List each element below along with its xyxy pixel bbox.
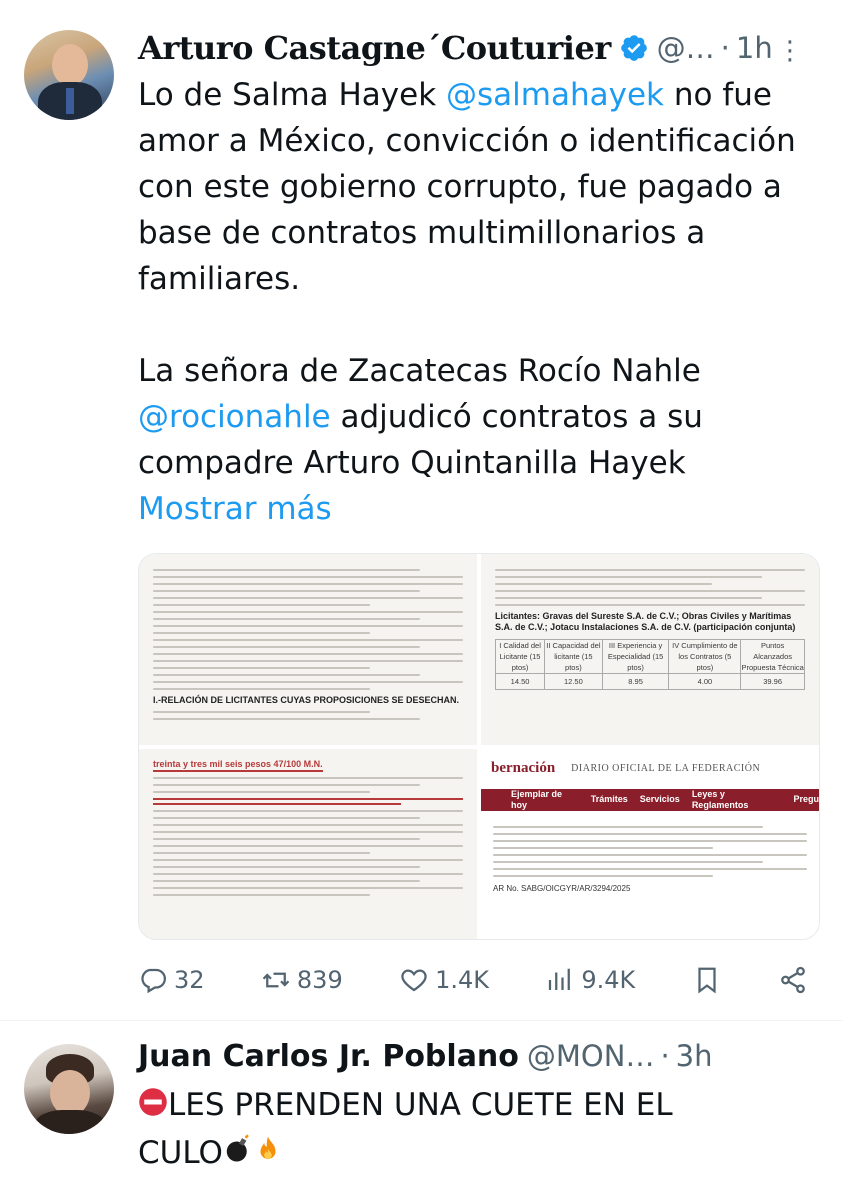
dof-nav-item: Trámites	[590, 794, 628, 804]
dof-title: DIARIO OFICIAL DE LA FEDERACIÓN	[571, 763, 761, 774]
tweet-text-part: Lo de Salma Hayek	[138, 77, 447, 113]
media-image-1[interactable]: I.-RELACIÓN DE LICITANTES CUYAS PROPOSIC…	[139, 554, 477, 745]
bookmark-icon	[697, 967, 716, 994]
like-count: 1.4K	[435, 966, 489, 994]
table-cell: 14.50	[494, 673, 546, 690]
table-header: IV Cumplimiento de los Contratos (5 ptos…	[668, 639, 742, 674]
tweet-text-part: La señora de Zacatecas Rocío Nahle	[138, 353, 701, 389]
like-button[interactable]: 1.4K	[399, 965, 489, 995]
separator: ·	[720, 31, 730, 65]
dof-ref: AR No. SABG/OICGYR/AR/3294/2025	[493, 883, 631, 893]
media-image-3[interactable]: treinta y tres mil seis pesos 47/100 M.N…	[139, 748, 477, 939]
table-header: Puntos Alcanzados Propuesta Técnica	[740, 639, 805, 674]
views-button[interactable]: 9.4K	[545, 965, 635, 995]
tweet-text-part: LES PRENDEN UNA CUETE EN EL	[168, 1087, 673, 1123]
media-image-2[interactable]: Licitantes: Gravas del Sureste S.A. de C…	[481, 554, 819, 745]
dof-nav-item: Leyes y Reglamentos	[691, 788, 749, 810]
media-image-4[interactable]: bernación DIARIO OFICIAL DE LA FEDERACIÓ…	[481, 748, 819, 939]
repost-button[interactable]: 839	[261, 965, 343, 995]
tweet-text: Lo de Salma Hayek @salmahayek no fue amo…	[138, 72, 828, 532]
table-cell: 12.50	[544, 673, 603, 690]
doc-highlight: treinta y tres mil seis pesos 47/100 M.N…	[153, 759, 323, 772]
tweet-text-part: CULO	[138, 1134, 223, 1171]
heart-icon	[401, 969, 427, 992]
views-chart-icon	[549, 968, 571, 990]
table-cell: 4.00	[668, 673, 742, 690]
dof-brand: bernación	[491, 760, 556, 776]
timestamp[interactable]: 1h	[736, 31, 773, 65]
verified-badge-icon	[619, 33, 649, 63]
doc-licitantes: Licitantes: Gravas del Sureste S.A. de C…	[495, 611, 796, 632]
share-icon	[781, 966, 805, 994]
author-handle[interactable]: @MON…	[527, 1039, 655, 1073]
no-entry-icon	[138, 1084, 168, 1130]
author-handle[interactable]: @…	[657, 31, 715, 65]
show-more-link[interactable]: Mostrar más	[138, 486, 828, 532]
timestamp[interactable]: 3h	[676, 1039, 713, 1073]
table-cell: 8.95	[601, 673, 670, 690]
tweet-text: LES PRENDEN UNA CUETE EN EL CULO	[138, 1082, 828, 1177]
reply-button[interactable]: 32	[138, 965, 205, 995]
media-grid[interactable]: I.-RELACIÓN DE LICITANTES CUYAS PROPOSIC…	[138, 553, 820, 940]
bomb-icon	[223, 1131, 253, 1177]
dof-nav: Ejemplar de hoy Trámites Servicios Leyes…	[481, 788, 819, 811]
reply-count: 32	[174, 966, 205, 994]
table-header: II Capacidad del licitante (15 ptos)	[544, 639, 603, 674]
dof-nav-item: Pregu	[793, 794, 819, 804]
divider	[0, 1020, 843, 1021]
table-cell: 39.96	[740, 673, 805, 690]
views-count: 9.4K	[581, 966, 636, 994]
reply-icon	[141, 968, 166, 994]
mention-link[interactable]: @salmahayek	[446, 77, 664, 113]
doc-heading: I.-RELACIÓN DE LICITANTES CUYAS PROPOSIC…	[153, 695, 460, 705]
table-header: III Experiencia y Especialidad (15 ptos)	[601, 639, 670, 674]
repost-icon	[262, 972, 290, 988]
separator: ·	[660, 1039, 670, 1073]
author-name[interactable]: Arturo Castagne´Couturier	[138, 29, 611, 67]
avatar[interactable]	[24, 30, 114, 120]
action-bar: 32 839 1.4K 9.4K	[138, 958, 808, 1002]
fire-icon	[253, 1131, 283, 1177]
repost-count: 839	[296, 966, 343, 994]
tweet-header: Juan Carlos Jr. Poblano @MON… · 3h	[138, 1036, 828, 1076]
avatar[interactable]	[24, 1044, 114, 1134]
tweet-header: Arturo Castagne´Couturier @… · 1h ⋮	[138, 28, 828, 68]
dof-nav-item: Servicios	[639, 794, 680, 804]
dof-nav-item: Ejemplar de hoy	[511, 788, 563, 810]
more-options-icon[interactable]: ⋮	[777, 36, 804, 66]
bookmark-button[interactable]	[692, 965, 722, 995]
mention-link[interactable]: @rocionahle	[138, 399, 331, 435]
author-name[interactable]: Juan Carlos Jr. Poblano	[138, 1039, 519, 1074]
table-header: I Calidad del Licitante (15 ptos)	[494, 639, 546, 674]
share-button[interactable]	[778, 965, 808, 995]
doc-score-table: I Calidad del Licitante (15 ptos) II Cap…	[494, 639, 805, 690]
